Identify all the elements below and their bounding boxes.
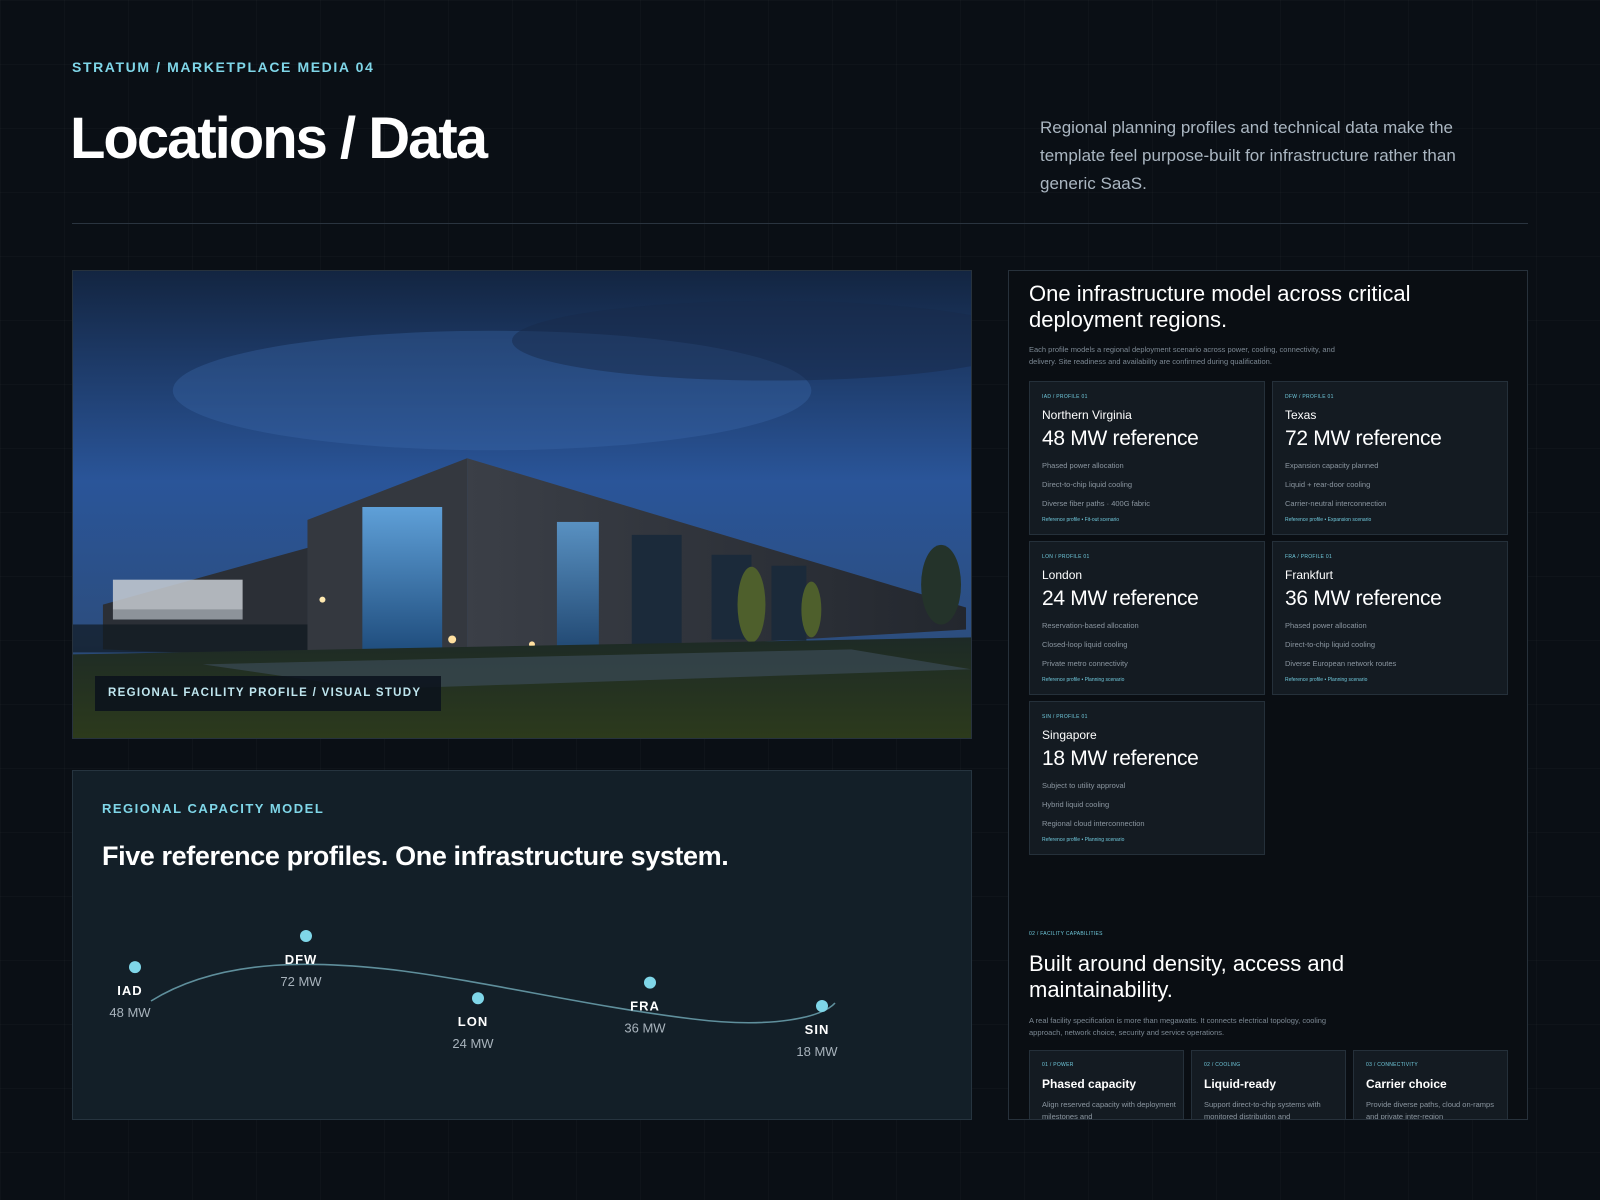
- profile-detail: Diverse European network routes: [1285, 659, 1397, 668]
- capability-card-connectivity[interactable]: 03 / CONNECTIVITY Carrier choice Provide…: [1353, 1050, 1508, 1120]
- profile-code: LON / PROFILE 01: [1042, 554, 1090, 560]
- header-divider: [72, 223, 1528, 224]
- capability-title: Carrier choice: [1366, 1077, 1447, 1091]
- capability-title: Liquid-ready: [1204, 1077, 1277, 1091]
- profile-name: Frankfurt: [1285, 568, 1334, 582]
- capacity-marker: [300, 930, 312, 942]
- profile-detail: Direct-to-chip liquid cooling: [1285, 640, 1376, 649]
- capacity-title: Five reference profiles. One infrastruct…: [102, 841, 729, 871]
- capacity-marker: [129, 961, 141, 974]
- capacity-region-label: FRA: [630, 999, 660, 1014]
- capacity-region-label: LON: [458, 1014, 488, 1029]
- profile-detail: Phased power allocation: [1042, 461, 1124, 470]
- capacity-region-label: SIN: [805, 1022, 830, 1037]
- profile-footer-link[interactable]: Reference profile • Planning scenario: [1042, 677, 1124, 683]
- profile-detail: Private metro connectivity: [1042, 659, 1128, 668]
- profile-capacity: 18 MW reference: [1042, 747, 1199, 770]
- capacity-value-label: 48 MW: [109, 1005, 151, 1020]
- page-title: Locations / Data: [70, 106, 488, 171]
- regions-title: One infrastructure model across critical…: [1029, 281, 1411, 332]
- profile-detail: Subject to utility approval: [1042, 781, 1126, 790]
- profile-name: Texas: [1285, 408, 1317, 422]
- facility-illustration: [73, 271, 971, 738]
- profile-code: SIN / PROFILE 01: [1042, 714, 1088, 720]
- facility-hero-image: REGIONAL FACILITY PROFILE / VISUAL STUDY: [72, 270, 972, 739]
- page-intro: Regional planning profiles and technical…: [1040, 118, 1456, 193]
- profile-footer-link[interactable]: Reference profile • Fit-out scenario: [1042, 517, 1119, 523]
- profile-name: London: [1042, 568, 1083, 582]
- profile-detail: Diverse fiber paths · 400G fabric: [1042, 499, 1150, 508]
- capability-code: 01 / POWER: [1042, 1062, 1074, 1068]
- profile-detail: Reservation-based allocation: [1042, 621, 1139, 630]
- profile-code: DFW / PROFILE 01: [1285, 394, 1334, 400]
- capacity-value-label: 72 MW: [280, 974, 322, 989]
- profile-detail: Liquid + rear-door cooling: [1285, 480, 1371, 489]
- capacity-region-label: DFW: [285, 952, 318, 967]
- capability-title: Phased capacity: [1042, 1077, 1137, 1091]
- capabilities-description: A real facility specification is more th…: [1029, 1016, 1327, 1037]
- profile-card-fra[interactable]: FRA / PROFILE 01 Frankfurt 36 MW referen…: [1272, 541, 1508, 695]
- page-eyebrow: STRATUM / MARKETPLACE MEDIA 04: [72, 59, 375, 75]
- capacity-point-dfw[interactable]: DFW 72 MW: [280, 930, 322, 989]
- hero-caption: REGIONAL FACILITY PROFILE / VISUAL STUDY: [95, 676, 441, 711]
- capacity-point-lon[interactable]: LON 24 MW: [452, 992, 494, 1051]
- capacity-chart-svg: IAD 48 MW DFW 72 MW LON 24 MW FRA 36 MW SIN 18 MW: [109, 930, 838, 1059]
- capacity-marker: [816, 1000, 828, 1012]
- profile-capacity: 36 MW reference: [1285, 587, 1442, 610]
- profile-capacity: 72 MW reference: [1285, 427, 1442, 450]
- capacity-point-sin[interactable]: SIN 18 MW: [796, 1000, 838, 1059]
- capability-card-power[interactable]: 01 / POWER Phased capacity Align reserve…: [1029, 1050, 1184, 1120]
- profile-detail: Carrier-neutral interconnection: [1285, 499, 1387, 508]
- capacity-chart: IAD 48 MW DFW 72 MW LON 24 MW FRA 36 MW SIN 18 MW: [73, 771, 973, 1121]
- capability-text: Align reserved capacity with deployment …: [1042, 1100, 1176, 1120]
- capabilities-title: Built around density, access and maintai…: [1029, 951, 1345, 1002]
- profile-card-sin[interactable]: SIN / PROFILE 01 Singapore 18 MW referen…: [1029, 701, 1265, 855]
- capacity-eyebrow: REGIONAL CAPACITY MODEL: [102, 801, 325, 816]
- profile-footer-link[interactable]: Reference profile • Planning scenario: [1285, 677, 1367, 683]
- capacity-value-label: 36 MW: [624, 1021, 666, 1036]
- profile-card-lon[interactable]: LON / PROFILE 01 London 24 MW reference …: [1029, 541, 1265, 695]
- capacity-marker: [472, 992, 484, 1005]
- profile-footer-link[interactable]: Reference profile • Expansion scenario: [1285, 517, 1371, 523]
- profile-detail: Hybrid liquid cooling: [1042, 800, 1110, 809]
- capacity-point-fra[interactable]: FRA 36 MW: [624, 976, 666, 1036]
- profile-card-dfw[interactable]: DFW / PROFILE 01 Texas 72 MW reference E…: [1272, 381, 1508, 535]
- profile-capacity: 48 MW reference: [1042, 427, 1199, 450]
- capacity-value-label: 24 MW: [452, 1036, 494, 1051]
- regions-description: Each profile models a regional deploymen…: [1029, 345, 1335, 366]
- profile-name: Northern Virginia: [1042, 408, 1132, 422]
- profile-code: IAD / PROFILE 01: [1042, 394, 1088, 400]
- profile-code: FRA / PROFILE 01: [1285, 554, 1333, 560]
- capability-code: 03 / CONNECTIVITY: [1366, 1062, 1419, 1068]
- profile-name: Singapore: [1042, 728, 1097, 742]
- profile-detail: Closed-loop liquid cooling: [1042, 640, 1128, 649]
- profile-detail: Phased power allocation: [1285, 621, 1367, 630]
- profile-detail: Regional cloud interconnection: [1042, 819, 1145, 828]
- capacity-value-label: 18 MW: [796, 1044, 838, 1059]
- capability-code: 02 / COOLING: [1204, 1062, 1241, 1068]
- capacity-point-iad[interactable]: IAD 48 MW: [109, 961, 151, 1020]
- capacity-marker: [644, 976, 656, 989]
- capability-card-cooling[interactable]: 02 / COOLING Liquid-ready Support direct…: [1191, 1050, 1346, 1120]
- capability-text: Provide diverse paths, cloud on-ramps an…: [1366, 1100, 1494, 1120]
- regions-panel: One infrastructure model across critical…: [1008, 270, 1528, 1120]
- profile-detail: Direct-to-chip liquid cooling: [1042, 480, 1133, 489]
- profile-card-iad[interactable]: IAD / PROFILE 01 Northern Virginia 48 MW…: [1029, 381, 1265, 535]
- profile-detail: Expansion capacity planned: [1285, 461, 1379, 470]
- profile-capacity: 24 MW reference: [1042, 587, 1199, 610]
- capacity-model-panel: IAD 48 MW DFW 72 MW LON 24 MW FRA 36 MW SIN 18 MW…: [72, 770, 972, 1120]
- capability-text: Support direct-to-chip systems with moni…: [1204, 1100, 1321, 1120]
- capabilities-code: 02 / FACILITY CAPABILITIES: [1029, 931, 1103, 937]
- capacity-region-label: IAD: [117, 983, 142, 998]
- capacity-curve: [150, 963, 836, 1024]
- profile-footer-link[interactable]: Reference profile • Planning scenario: [1042, 837, 1124, 843]
